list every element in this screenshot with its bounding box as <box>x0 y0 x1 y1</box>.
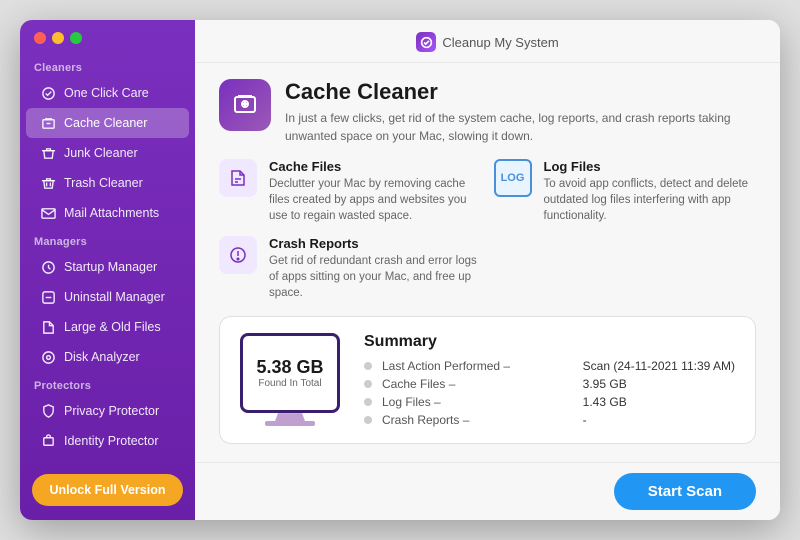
main-content: Cleanup My System Cache Cleaner In <box>195 20 780 520</box>
sidebar-item-label: Junk Cleaner <box>64 146 138 160</box>
sidebar-item-label: One Click Care <box>64 86 149 100</box>
crash-reports-desc: Get rid of redundant crash and error log… <box>269 253 482 301</box>
sidebar-item-mail-attachments[interactable]: Mail Attachments <box>26 198 189 228</box>
unlock-full-version-button[interactable]: Unlock Full Version <box>32 474 183 506</box>
sidebar-item-startup-manager[interactable]: Startup Manager <box>26 252 189 282</box>
sidebar-item-junk-cleaner[interactable]: Junk Cleaner <box>26 138 189 168</box>
crash-reports-icon <box>219 236 257 274</box>
cleaners-section-label: Cleaners <box>20 54 195 78</box>
identity-icon <box>40 433 56 449</box>
dot-1 <box>364 380 372 388</box>
feature-crash-reports: Crash Reports Get rid of redundant crash… <box>219 236 482 301</box>
summary-table: Last Action Performed – Scan (24-11-2021… <box>364 359 735 427</box>
summary-label-3: Crash Reports – <box>382 413 573 427</box>
log-files-icon: LOG <box>494 159 532 197</box>
cache-files-desc: Declutter your Mac by removing cache fil… <box>269 176 482 224</box>
main-footer: Start Scan <box>195 462 780 520</box>
managers-section-label: Managers <box>20 228 195 252</box>
page-header-text: Cache Cleaner In just a few clicks, get … <box>285 79 756 145</box>
monitor-screen: 5.38 GB Found In Total <box>240 333 340 413</box>
header-app-title: Cleanup My System <box>442 35 558 50</box>
cache-files-icon <box>219 159 257 197</box>
files-icon <box>40 319 56 335</box>
sidebar-item-label: Uninstall Manager <box>64 290 165 304</box>
sidebar-item-label: Cache Cleaner <box>64 116 147 130</box>
sidebar-item-label: Mail Attachments <box>64 206 159 220</box>
crash-reports-title: Crash Reports <box>269 236 482 251</box>
summary-box: 5.38 GB Found In Total Summary Last Acti… <box>219 316 756 444</box>
features-grid: Cache Files Declutter your Mac by removi… <box>219 159 756 302</box>
page-header: Cache Cleaner In just a few clicks, get … <box>219 79 756 145</box>
sidebar: Cleaners One Click Care Cache Cleaner Ju… <box>20 20 195 520</box>
sidebar-item-privacy-protector[interactable]: Privacy Protector <box>26 396 189 426</box>
summary-value-3: - <box>583 413 735 427</box>
privacy-icon <box>40 403 56 419</box>
sidebar-item-label: Disk Analyzer <box>64 350 140 364</box>
log-files-title: Log Files <box>544 159 757 174</box>
sidebar-item-trash-cleaner[interactable]: Trash Cleaner <box>26 168 189 198</box>
feature-log-files: LOG Log Files To avoid app conflicts, de… <box>494 159 757 224</box>
mail-icon <box>40 205 56 221</box>
cache-cleaner-icon <box>40 115 56 131</box>
uninstall-icon <box>40 289 56 305</box>
sidebar-item-large-old-files[interactable]: Large & Old Files <box>26 312 189 342</box>
maximize-button[interactable] <box>70 32 82 44</box>
monitor-stand <box>275 413 305 421</box>
minimize-button[interactable] <box>52 32 64 44</box>
start-scan-button[interactable]: Start Scan <box>614 473 756 510</box>
monitor-container: 5.38 GB Found In Total <box>240 333 340 426</box>
total-size: 5.38 GB <box>256 357 323 378</box>
main-header: Cleanup My System <box>195 20 780 63</box>
junk-cleaner-icon <box>40 145 56 161</box>
cache-files-title: Cache Files <box>269 159 482 174</box>
summary-value-2: 1.43 GB <box>583 395 735 409</box>
content-area: Cache Cleaner In just a few clicks, get … <box>195 63 780 462</box>
close-button[interactable] <box>34 32 46 44</box>
page-title: Cache Cleaner <box>285 79 756 105</box>
sidebar-item-label: Startup Manager <box>64 260 157 274</box>
sidebar-item-cache-cleaner[interactable]: Cache Cleaner <box>26 108 189 138</box>
app-header-icon <box>416 32 436 52</box>
sidebar-bottom: Unlock Full Version <box>20 460 195 520</box>
summary-label-0: Last Action Performed – <box>382 359 573 373</box>
sidebar-item-label: Identity Protector <box>64 434 159 448</box>
trash-cleaner-icon <box>40 175 56 191</box>
dot-3 <box>364 416 372 424</box>
protectors-section-label: Protectors <box>20 372 195 396</box>
sidebar-item-label: Privacy Protector <box>64 404 159 418</box>
found-label: Found In Total <box>258 378 321 389</box>
feature-cache-files: Cache Files Declutter your Mac by removi… <box>219 159 482 224</box>
sidebar-item-disk-analyzer[interactable]: Disk Analyzer <box>26 342 189 372</box>
summary-value-1: 3.95 GB <box>583 377 735 391</box>
dot-2 <box>364 398 372 406</box>
dot-0 <box>364 362 372 370</box>
sidebar-item-one-click-care[interactable]: One Click Care <box>26 78 189 108</box>
summary-title: Summary <box>364 333 735 351</box>
sidebar-item-identity-protector[interactable]: Identity Protector <box>26 426 189 456</box>
page-description: In just a few clicks, get rid of the sys… <box>285 109 756 145</box>
log-files-desc: To avoid app conflicts, detect and delet… <box>544 176 757 224</box>
startup-icon <box>40 259 56 275</box>
summary-details: Summary Last Action Performed – Scan (24… <box>364 333 735 427</box>
monitor-base <box>265 421 315 426</box>
log-files-text: Log Files To avoid app conflicts, detect… <box>544 159 757 224</box>
one-click-care-icon <box>40 85 56 101</box>
sidebar-item-label: Trash Cleaner <box>64 176 143 190</box>
summary-label-2: Log Files – <box>382 395 573 409</box>
header-title-container: Cleanup My System <box>416 32 558 52</box>
sidebar-item-label: Large & Old Files <box>64 320 161 334</box>
page-header-icon <box>219 79 271 131</box>
traffic-lights <box>20 20 195 54</box>
cache-files-text: Cache Files Declutter your Mac by removi… <box>269 159 482 224</box>
summary-label-1: Cache Files – <box>382 377 573 391</box>
sidebar-item-uninstall-manager[interactable]: Uninstall Manager <box>26 282 189 312</box>
disk-icon <box>40 349 56 365</box>
summary-value-0: Scan (24-11-2021 11:39 AM) <box>583 359 735 373</box>
app-window: Cleaners One Click Care Cache Cleaner Ju… <box>20 20 780 520</box>
crash-reports-text: Crash Reports Get rid of redundant crash… <box>269 236 482 301</box>
